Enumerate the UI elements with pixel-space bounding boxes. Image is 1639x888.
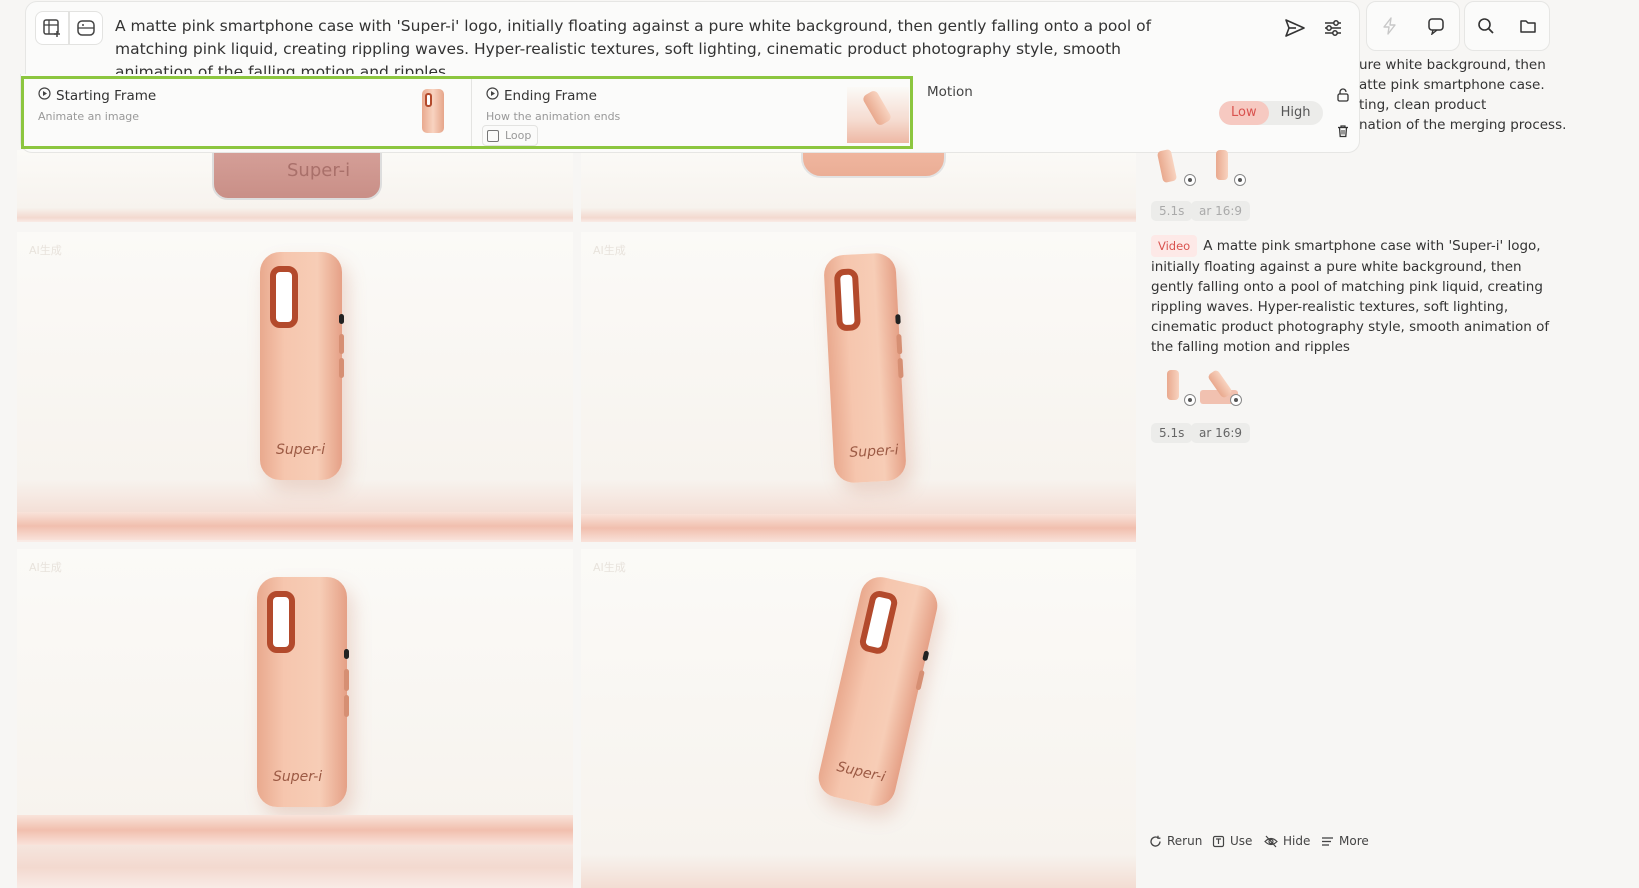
logo-text: Super-i — [849, 442, 899, 461]
top-right-toolbar-a — [1366, 1, 1460, 51]
video-tile-5[interactable]: AI生成 Super-i — [581, 549, 1136, 888]
send-icon[interactable] — [1283, 16, 1307, 40]
logo-text: Super-i — [273, 769, 323, 785]
phone-case-image: Super-i — [823, 252, 907, 484]
play-circle-icon — [38, 87, 51, 104]
frame-indicator-icon — [1234, 174, 1246, 186]
menu-icon — [1322, 836, 1333, 846]
liquid-pool — [17, 512, 573, 540]
phone-case-image: Super-i — [814, 573, 942, 810]
frames-add-icon[interactable] — [35, 11, 69, 45]
sliders-icon[interactable] — [1321, 16, 1345, 40]
watermark: AI生成 — [593, 561, 626, 574]
ending-frame-subtitle: How the animation ends — [486, 110, 621, 123]
refresh-icon — [1150, 835, 1161, 847]
unlock-icon[interactable] — [1334, 86, 1352, 104]
liquid-pool — [17, 815, 573, 845]
video-tile-2[interactable]: AI生成 Super-i — [17, 232, 573, 542]
phone-case-image: Super-i — [257, 577, 349, 807]
previous-entry-text: ure white background, then atte pink sma… — [1359, 57, 1567, 133]
video-tile-0[interactable]: Super-i — [17, 150, 573, 222]
motion-label: Motion — [927, 84, 973, 100]
ending-frame-title: Ending Frame — [504, 87, 597, 104]
video-entry-text: Video A matte pink smartphone case with '… — [1151, 235, 1556, 357]
loop-checkbox[interactable]: Loop — [482, 125, 539, 146]
previous-duration-chip: 5.1s — [1151, 201, 1193, 221]
case-top-preview — [801, 150, 946, 178]
duration-chip: 5.1s — [1151, 423, 1193, 443]
liquid-pool — [581, 514, 1136, 542]
search-icon[interactable] — [1465, 17, 1507, 35]
starting-frame-thumbnail[interactable] — [422, 89, 444, 133]
image-gen-icon[interactable] — [69, 11, 103, 45]
video-badge: Video — [1151, 235, 1198, 257]
ending-frame-thumbnail[interactable] — [847, 87, 909, 143]
phone-case-image: Super-i — [260, 252, 344, 480]
hide-button[interactable]: Hide — [1264, 834, 1310, 848]
watermark: AI生成 — [593, 244, 626, 257]
frame-indicator-icon — [1184, 174, 1196, 186]
loop-label: Loop — [505, 129, 532, 142]
generation-settings: Starting Frame Animate an image Ending F… — [20, 74, 1360, 153]
starting-frame-subtitle: Animate an image — [38, 110, 140, 123]
video-tile-1[interactable] — [581, 150, 1136, 222]
play-circle-icon — [486, 87, 499, 104]
watermark: AI生成 — [29, 561, 62, 574]
video-tile-4[interactable]: AI生成 Super-i — [17, 549, 573, 888]
ending-frame-slot[interactable]: Ending Frame How the animation ends Loop — [472, 79, 910, 146]
top-right-toolbar-b — [1464, 1, 1550, 51]
bolt-icon[interactable] — [1367, 17, 1413, 35]
previous-end-thumb[interactable] — [1204, 148, 1248, 188]
folder-icon[interactable] — [1507, 17, 1549, 35]
trash-icon[interactable] — [1334, 122, 1352, 140]
prompt-bar: A matte pink smartphone case with 'Super… — [25, 1, 1360, 81]
video-tile-3[interactable]: AI生成 Super-i — [581, 232, 1136, 542]
previous-start-thumb[interactable] — [1154, 148, 1198, 188]
rerun-button[interactable]: Rerun — [1149, 834, 1202, 848]
video-entry-prompt: A matte pink smartphone case with 'Super… — [1151, 238, 1550, 355]
frames-selector: Starting Frame Animate an image Ending F… — [21, 76, 913, 149]
checkbox-icon — [487, 129, 499, 142]
watermark: AI生成 — [29, 244, 62, 257]
motion-option-low[interactable]: Low — [1219, 101, 1269, 125]
eye-off-icon — [1264, 835, 1278, 847]
logo-text: Super-i — [276, 442, 326, 458]
frame-indicator-icon — [1184, 394, 1196, 406]
chat-icon[interactable] — [1413, 17, 1459, 35]
more-button[interactable]: More — [1321, 834, 1369, 848]
entry-start-thumb[interactable] — [1154, 368, 1198, 408]
case-logo-text: Super-i — [287, 160, 351, 181]
motion-option-high[interactable]: High — [1269, 101, 1323, 125]
starting-frame-title: Starting Frame — [56, 87, 157, 104]
use-button[interactable]: Use — [1212, 834, 1252, 848]
starting-frame-slot[interactable]: Starting Frame Animate an image — [24, 79, 471, 146]
aspect-ratio-chip: ar 16:9 — [1191, 423, 1251, 443]
entry-end-thumb[interactable] — [1200, 368, 1244, 408]
use-icon — [1212, 835, 1225, 847]
motion-toggle[interactable]: Low High — [1219, 101, 1323, 125]
previous-ratio-chip: ar 16:9 — [1191, 201, 1251, 221]
logo-text: Super-i — [835, 758, 887, 786]
frame-indicator-icon — [1230, 394, 1242, 406]
